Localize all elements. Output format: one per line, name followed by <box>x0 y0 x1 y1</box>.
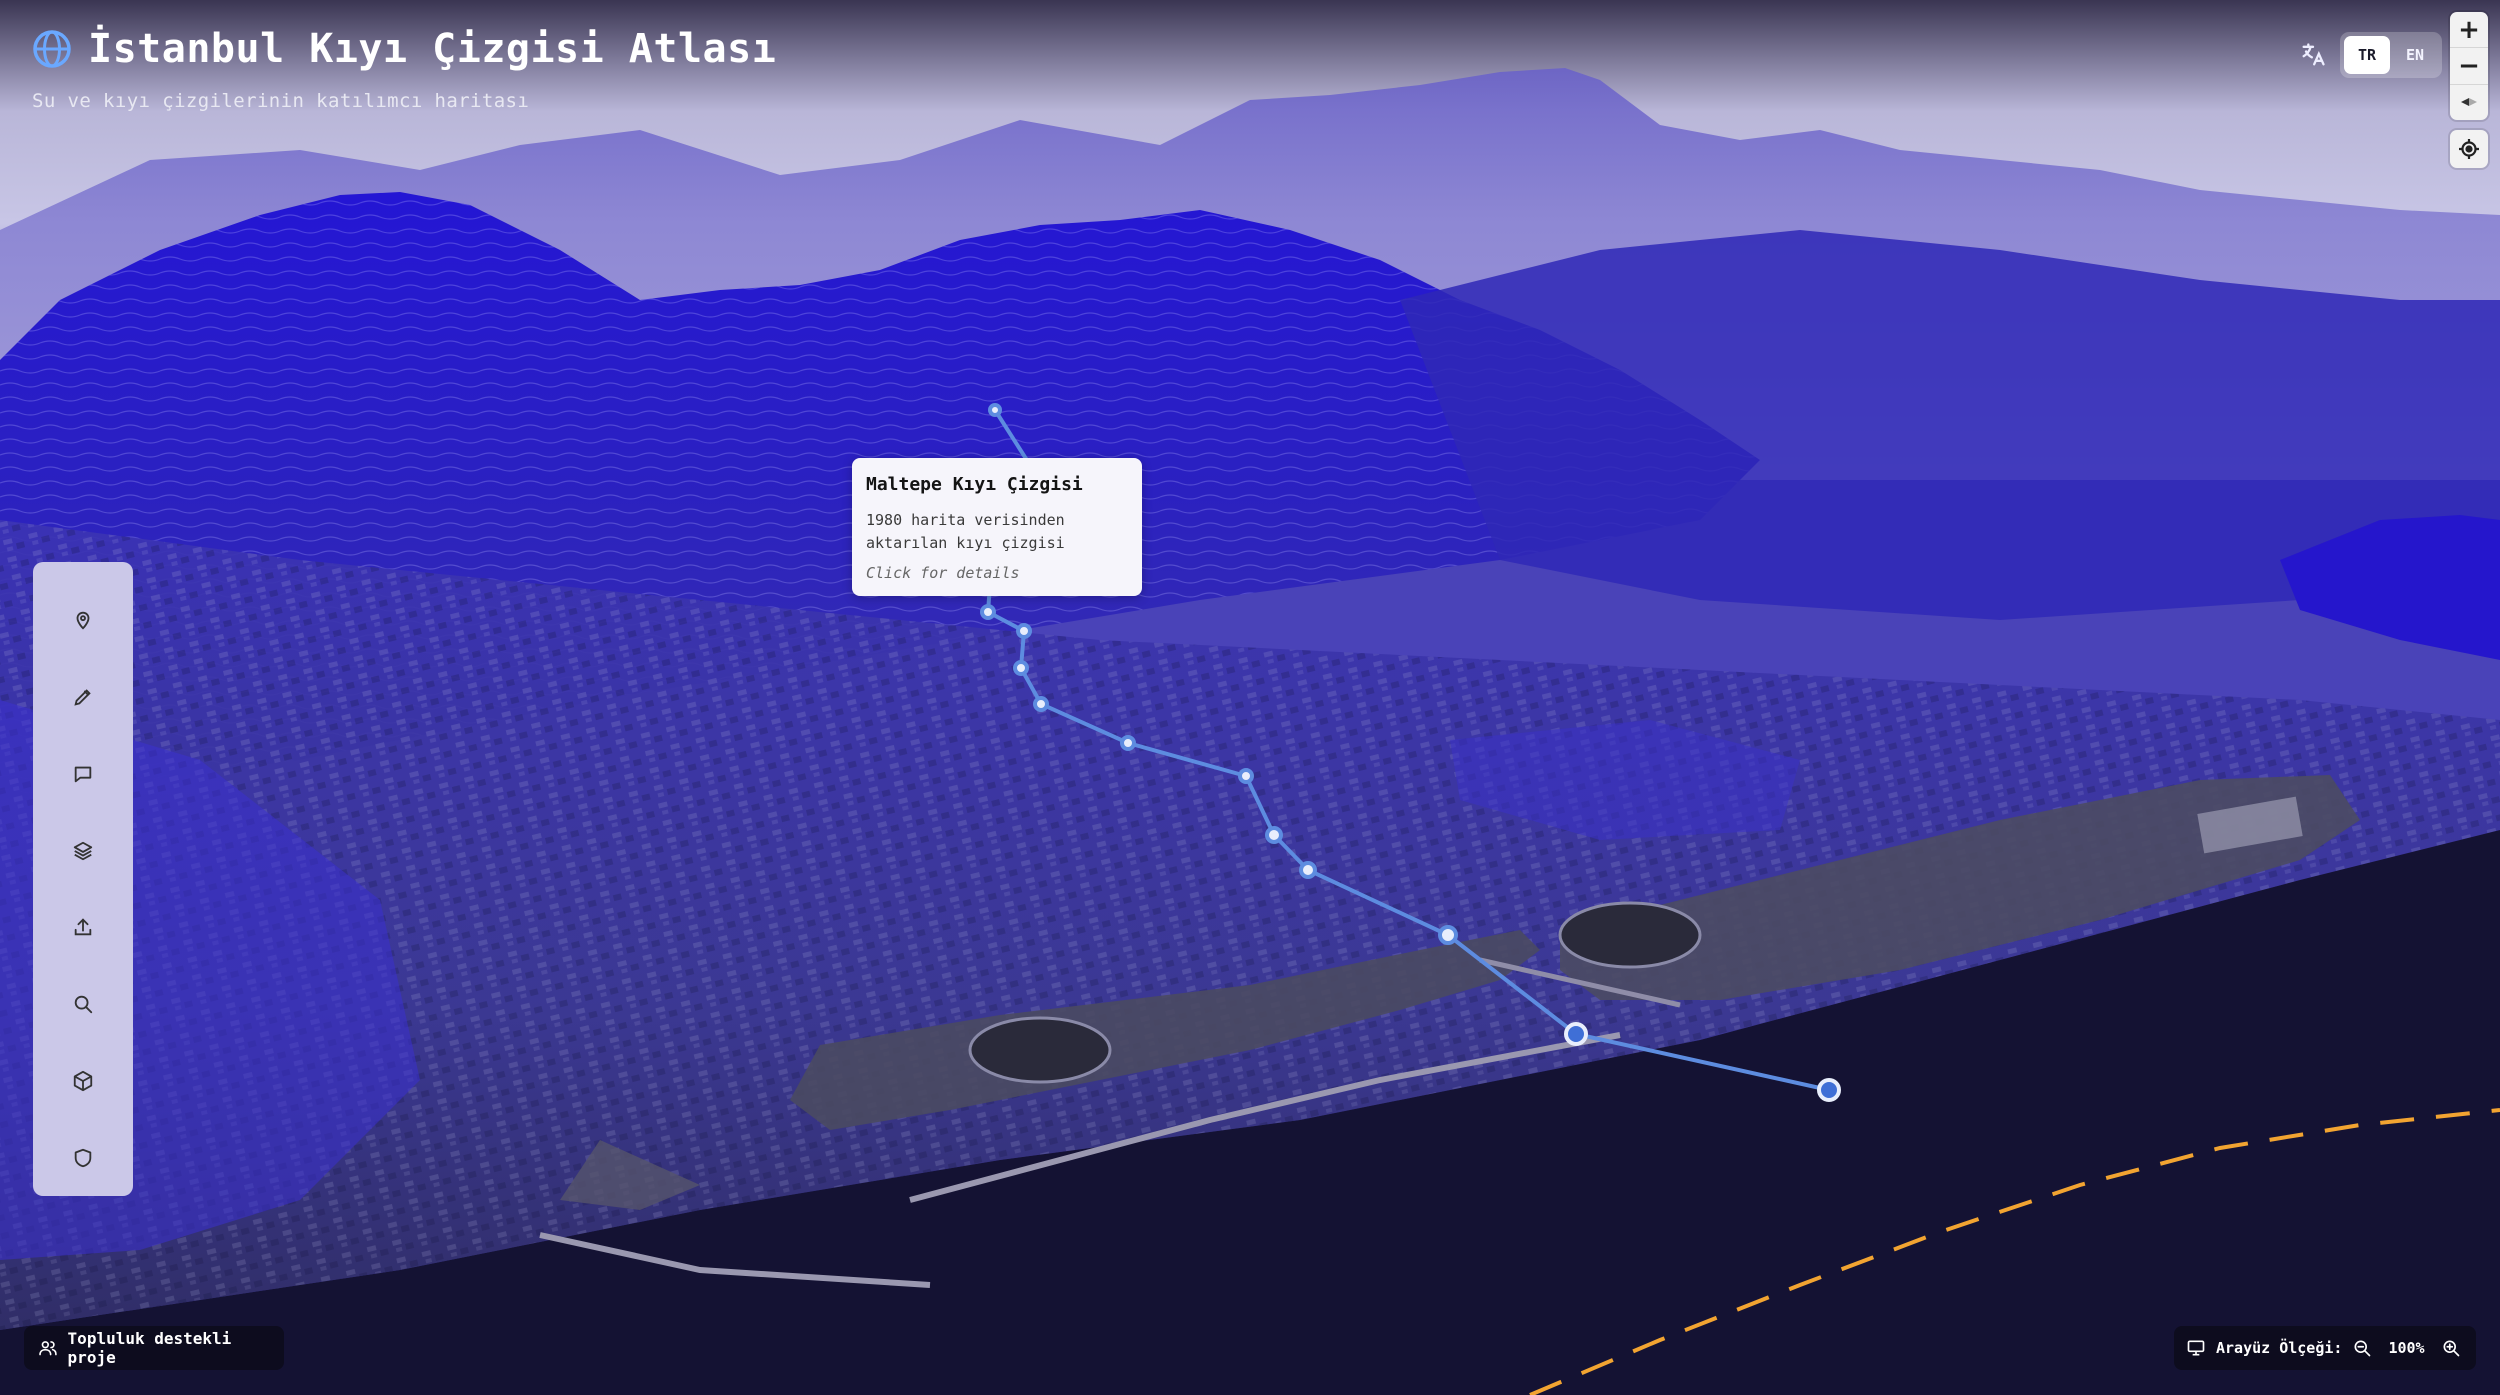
globe-icon <box>33 30 71 68</box>
page-title: İstanbul Kıyı Çizgisi Atlası <box>88 26 777 72</box>
zoom-out-button[interactable]: − <box>2450 48 2488 85</box>
language-tr-button[interactable]: TR <box>2344 36 2390 74</box>
tool-search[interactable] <box>53 966 113 1043</box>
cube-icon <box>73 1070 93 1091</box>
zoom-in-icon[interactable] <box>2441 1338 2461 1358</box>
map-pin-icon <box>76 612 90 630</box>
language-switcher: TR EN <box>2296 32 2442 78</box>
tool-comment[interactable] <box>53 736 113 813</box>
layers-icon <box>73 841 93 860</box>
monitor-icon <box>2187 1340 2205 1356</box>
popup-details-link[interactable]: Click for details <box>866 564 1128 582</box>
header: İstanbul Kıyı Çizgisi Atlası Su ve kıyı … <box>32 26 776 112</box>
shield-icon <box>74 1148 92 1167</box>
upload-icon <box>74 918 92 936</box>
search-icon <box>74 995 93 1014</box>
zoom-out-icon[interactable] <box>2352 1338 2372 1358</box>
tool-layers[interactable] <box>53 812 113 889</box>
popup-description: 1980 harita verisinden aktarılan kıyı çi… <box>866 511 1065 552</box>
tool-sidebar <box>33 562 133 1196</box>
zoom-controls: + − <box>2450 12 2488 120</box>
message-icon <box>74 766 92 783</box>
tool-security[interactable] <box>53 1119 113 1196</box>
zoom-in-button[interactable]: + <box>2450 12 2488 49</box>
translate-icon <box>2296 38 2330 72</box>
pencil-icon <box>74 689 91 706</box>
language-toggle: TR EN <box>2340 32 2442 78</box>
tool-draw[interactable] <box>53 659 113 736</box>
tool-3d-view[interactable] <box>53 1043 113 1120</box>
ui-scale-label: Arayüz Ölçeği: <box>2216 1339 2343 1357</box>
ui-scale-control: Arayüz Ölçeği: 100% <box>2174 1326 2476 1370</box>
compass-icon <box>2461 98 2477 107</box>
community-label: Topluluk destekli proje <box>67 1329 232 1367</box>
compass-button[interactable] <box>2450 85 2488 120</box>
map-canvas[interactable] <box>0 0 2500 1395</box>
community-badge: Topluluk destekli proje <box>24 1326 284 1370</box>
page-subtitle: Su ve kıyı çizgilerinin katılımcı harita… <box>32 90 530 112</box>
ui-scale-value: 100% <box>2388 1339 2425 1357</box>
locate-icon <box>2459 139 2479 159</box>
tool-upload[interactable] <box>53 889 113 966</box>
users-icon <box>39 1341 57 1356</box>
tool-location[interactable] <box>53 582 113 659</box>
feature-popup[interactable]: Maltepe Kıyı Çizgisi 1980 harita verisin… <box>852 458 1142 596</box>
popup-title: Maltepe Kıyı Çizgisi <box>866 474 1083 495</box>
language-en-button[interactable]: EN <box>2392 36 2438 74</box>
locate-button[interactable] <box>2450 130 2488 168</box>
